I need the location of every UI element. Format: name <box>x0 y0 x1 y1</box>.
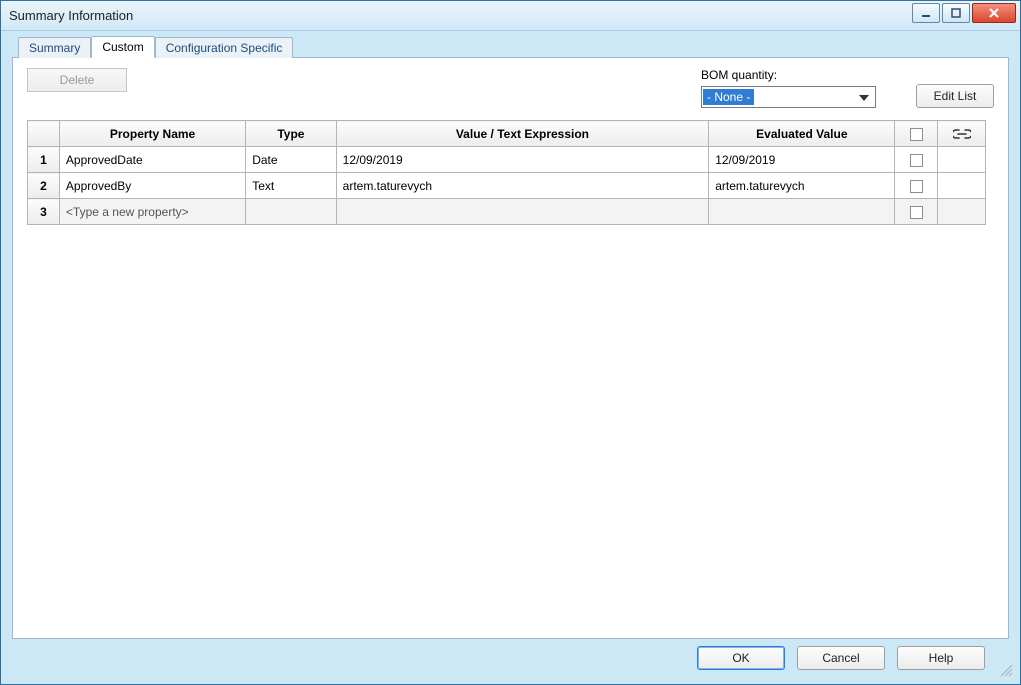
bom-label: BOM quantity: <box>701 68 876 82</box>
tab-configuration-specific[interactable]: Configuration Specific <box>155 37 294 58</box>
help-button[interactable]: Help <box>897 646 985 670</box>
dialog-window: Summary Information Summary Custom Confi… <box>0 0 1021 685</box>
window-title: Summary Information <box>9 8 133 23</box>
new-property-placeholder[interactable]: <Type a new property> <box>59 199 245 225</box>
row-checkbox[interactable] <box>910 154 923 167</box>
cell-type[interactable] <box>246 199 336 225</box>
row-number[interactable]: 2 <box>28 173 60 199</box>
cell-value[interactable]: artem.taturevych <box>336 173 709 199</box>
titlebar[interactable]: Summary Information <box>1 1 1020 31</box>
new-property-row[interactable]: 3 <Type a new property> <box>28 199 986 225</box>
header-evaluated[interactable]: Evaluated Value <box>709 121 895 147</box>
cell-value[interactable]: 12/09/2019 <box>336 147 709 173</box>
grid-header-row: Property Name Type Value / Text Expressi… <box>28 121 986 147</box>
cell-property-name[interactable]: ApprovedBy <box>59 173 245 199</box>
bom-block: BOM quantity: - None - <box>701 68 876 108</box>
cell-checkbox[interactable] <box>895 199 938 225</box>
tab-summary[interactable]: Summary <box>18 37 91 58</box>
properties-grid[interactable]: Property Name Type Value / Text Expressi… <box>27 120 986 225</box>
dropdown-caret-icon <box>859 90 869 104</box>
cancel-button[interactable]: Cancel <box>797 646 885 670</box>
header-corner[interactable] <box>28 121 60 147</box>
row-number[interactable]: 3 <box>28 199 60 225</box>
tabstrip: Summary Custom Configuration Specific <box>6 35 1015 57</box>
window-controls <box>912 3 1016 23</box>
resize-grip-icon[interactable] <box>997 661 1013 677</box>
bom-selected-value: - None - <box>703 89 754 105</box>
cell-checkbox[interactable] <box>895 147 938 173</box>
tab-custom[interactable]: Custom <box>91 36 154 58</box>
row-checkbox[interactable] <box>910 180 923 193</box>
cell-evaluated[interactable]: 12/09/2019 <box>709 147 895 173</box>
top-controls: Delete BOM quantity: - None - Edit List <box>13 58 1008 114</box>
link-icon <box>953 127 971 141</box>
ok-button[interactable]: OK <box>697 646 785 670</box>
edit-list-button[interactable]: Edit List <box>916 84 994 108</box>
tab-panel-custom: Delete BOM quantity: - None - Edit List <box>12 57 1009 639</box>
row-checkbox[interactable] <box>910 206 923 219</box>
table-row[interactable]: 1 ApprovedDate Date 12/09/2019 12/09/201… <box>28 147 986 173</box>
cell-type[interactable]: Date <box>246 147 336 173</box>
maximize-button[interactable] <box>942 3 970 23</box>
header-link[interactable] <box>938 121 986 147</box>
cell-evaluated[interactable] <box>709 199 895 225</box>
cell-value[interactable] <box>336 199 709 225</box>
cell-link[interactable] <box>938 147 986 173</box>
header-type[interactable]: Type <box>246 121 336 147</box>
close-button[interactable] <box>972 3 1016 23</box>
cell-link[interactable] <box>938 199 986 225</box>
cell-property-name[interactable]: ApprovedDate <box>59 147 245 173</box>
cell-checkbox[interactable] <box>895 173 938 199</box>
header-property-name[interactable]: Property Name <box>59 121 245 147</box>
row-number[interactable]: 1 <box>28 147 60 173</box>
table-row[interactable]: 2 ApprovedBy Text artem.taturevych artem… <box>28 173 986 199</box>
bom-quantity-select[interactable]: - None - <box>701 86 876 108</box>
delete-button: Delete <box>27 68 127 92</box>
header-checkbox[interactable] <box>895 121 938 147</box>
cell-link[interactable] <box>938 173 986 199</box>
dialog-footer: OK Cancel Help <box>12 641 1009 675</box>
properties-grid-wrap: Property Name Type Value / Text Expressi… <box>27 120 986 626</box>
header-value[interactable]: Value / Text Expression <box>336 121 709 147</box>
cell-evaluated[interactable]: artem.taturevych <box>709 173 895 199</box>
minimize-button[interactable] <box>912 3 940 23</box>
header-checkbox-box[interactable] <box>910 128 923 141</box>
cell-type[interactable]: Text <box>246 173 336 199</box>
client-area: Summary Custom Configuration Specific De… <box>6 35 1015 679</box>
